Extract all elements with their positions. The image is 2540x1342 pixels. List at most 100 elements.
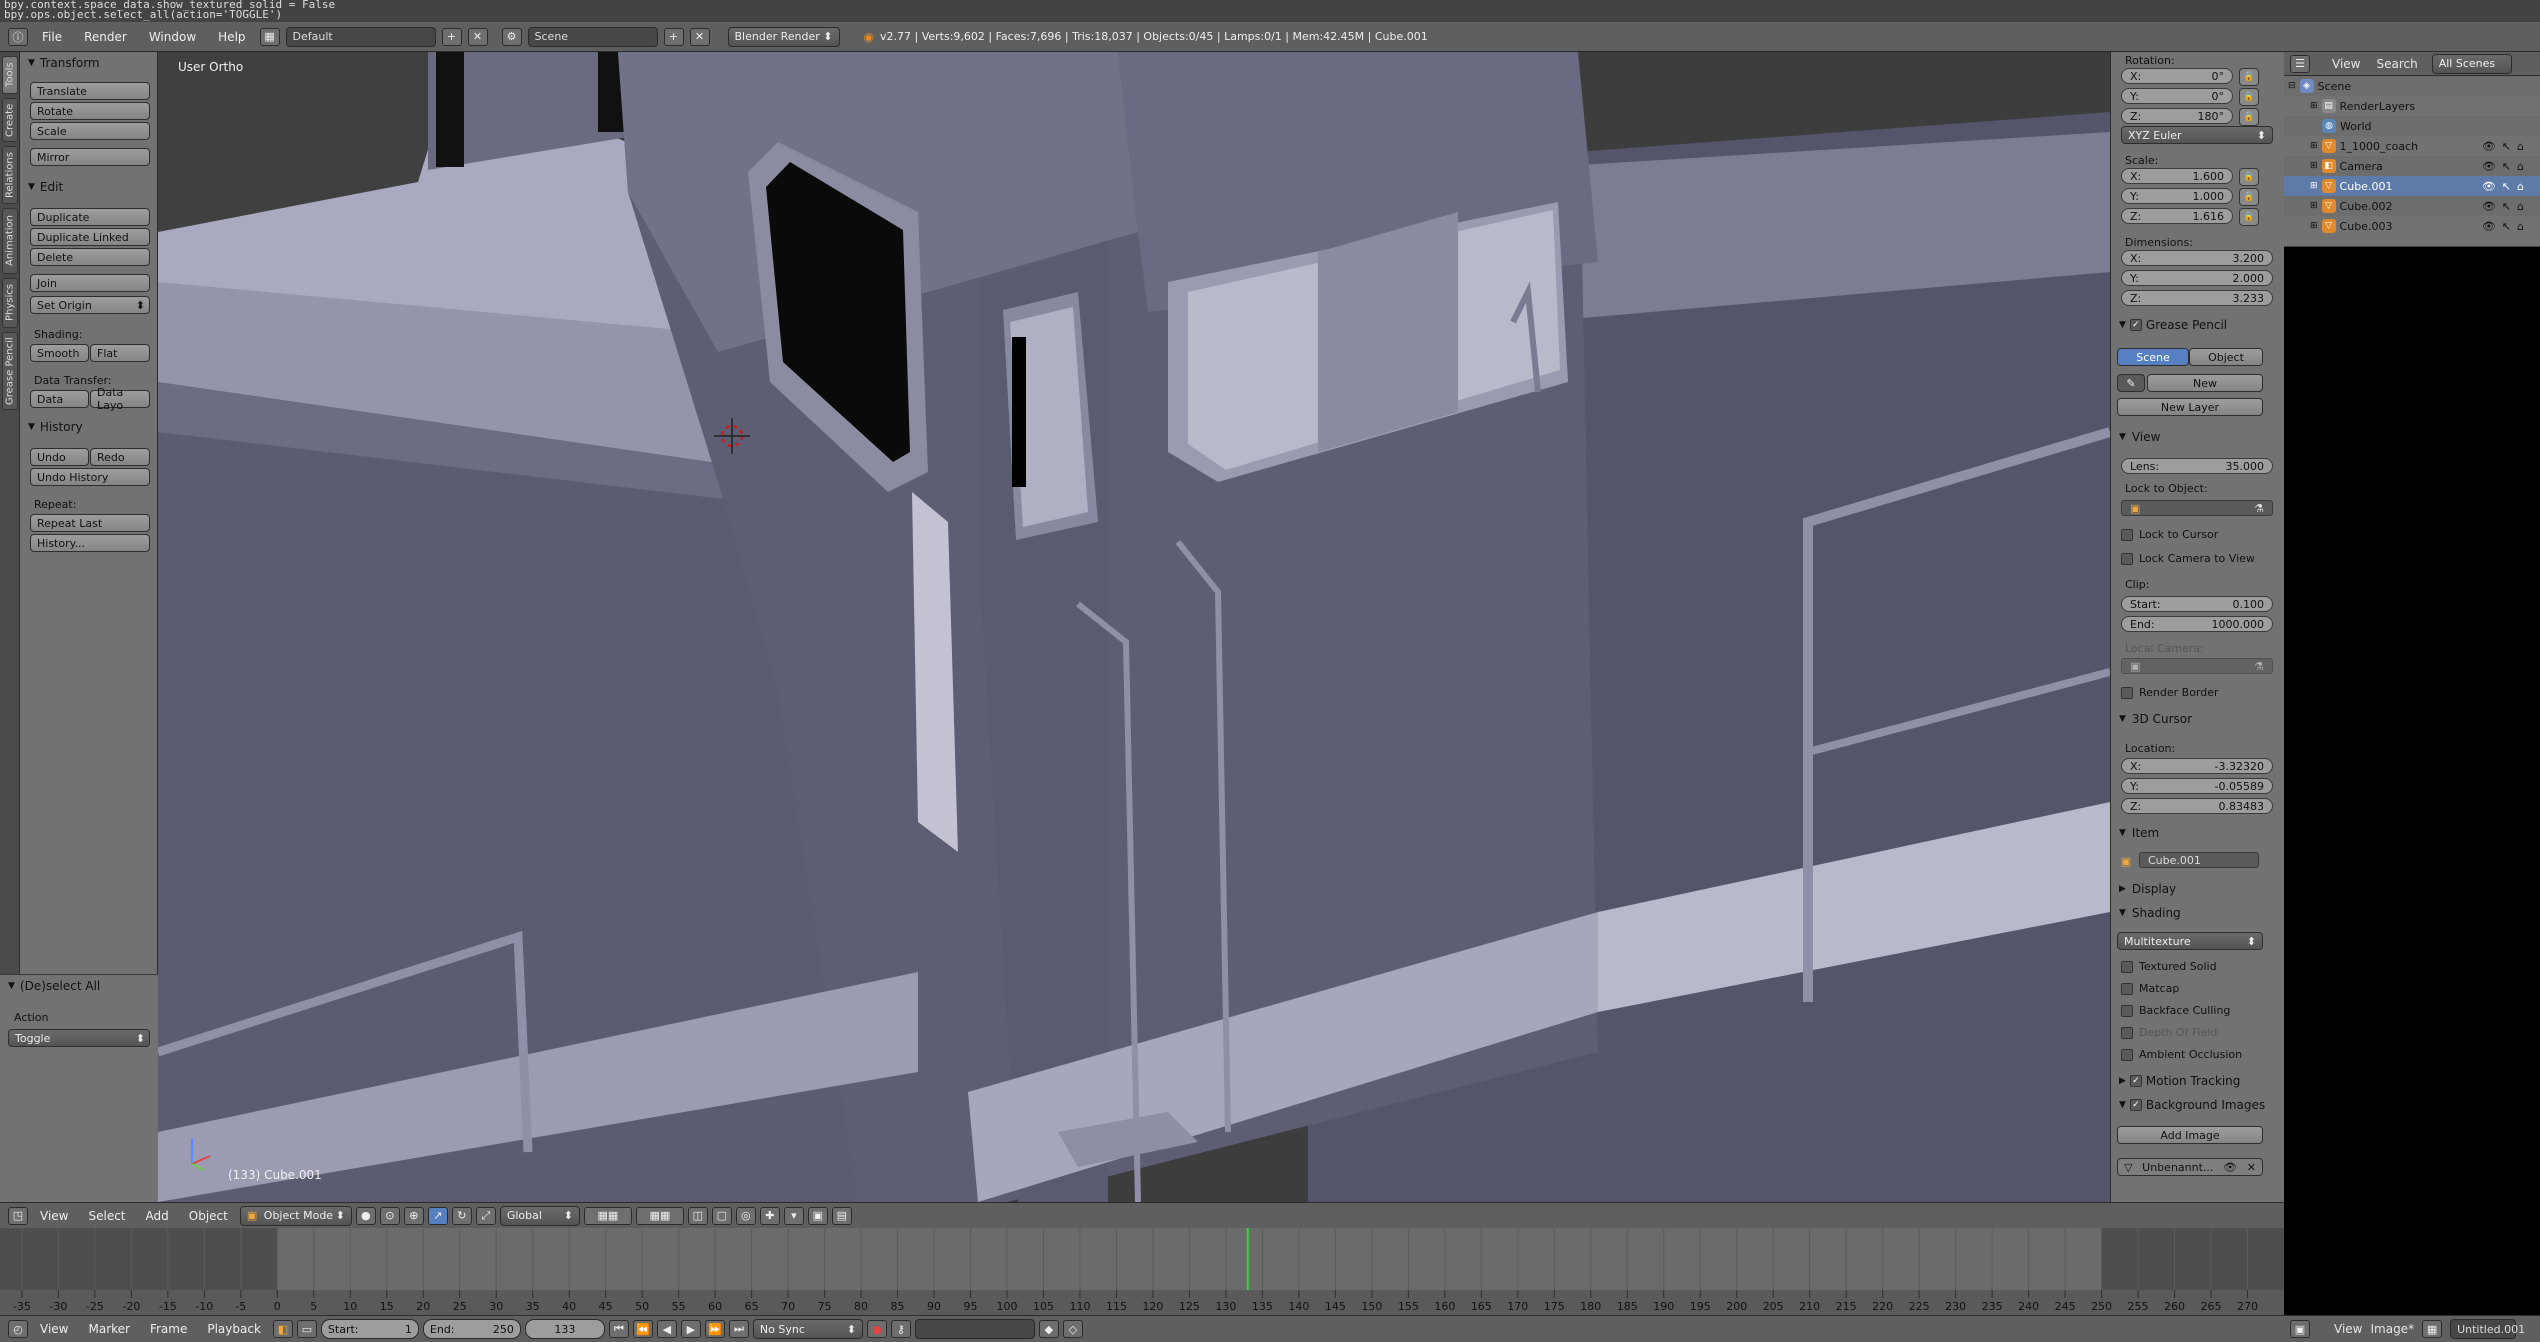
eyedropper-icon[interactable]: ⚗ <box>2254 502 2264 515</box>
scale-z-field[interactable]: Z: 1.616 <box>2121 208 2233 224</box>
eye-icon[interactable]: 👁 <box>2223 1161 2237 1174</box>
delete-scene-icon[interactable]: ✕ <box>689 27 710 46</box>
opengl-render-icon[interactable]: ▣ <box>807 1206 828 1225</box>
action-select[interactable]: Toggle ⬍ <box>8 1029 150 1047</box>
matcap-checkbox[interactable]: Matcap <box>2121 982 2179 995</box>
item-name-field[interactable]: Cube.001 <box>2139 852 2259 868</box>
3d-cursor-panel-header[interactable]: ▼ 3D Cursor <box>2113 710 2281 728</box>
visibility-icon[interactable]: 👁↖⌂ <box>2482 140 2530 153</box>
textured-solid-checkbox[interactable]: Textured Solid <box>2121 960 2217 973</box>
outliner-row-scene[interactable]: ⊟ ◈ Scene <box>2284 76 2540 96</box>
smooth-button[interactable]: Smooth <box>30 344 89 362</box>
flat-button[interactable]: Flat <box>90 344 150 362</box>
menu-add[interactable]: Add <box>138 1206 177 1226</box>
pivot-point-icon[interactable]: ⊙ <box>379 1206 400 1225</box>
motion-tracking-panel-header[interactable]: ▶ ✓ Motion Tracking <box>2113 1072 2281 1090</box>
cursor-y-field[interactable]: Y: -0.05589 <box>2121 778 2273 794</box>
scale-x-field[interactable]: X: 1.600 <box>2121 168 2233 184</box>
proportional-edit-icon[interactable]: ◎ <box>735 1206 756 1225</box>
scale-y-field[interactable]: Y: 1.000 <box>2121 188 2233 204</box>
menu-help[interactable]: Help <box>210 27 253 47</box>
data-layout-button[interactable]: Data Layo <box>90 386 150 412</box>
rotate-button[interactable]: Rotate <box>30 102 150 120</box>
dimension-z-field[interactable]: Z: 3.233 <box>2121 290 2273 306</box>
rotation-x-field[interactable]: X: 0° <box>2121 68 2233 84</box>
current-frame-field[interactable]: 133 <box>524 1319 605 1339</box>
history-button[interactable]: History... <box>30 534 150 552</box>
image-editor-icon[interactable]: ▣ <box>2290 1320 2310 1338</box>
checkbox-checked[interactable]: ✓ <box>2129 1099 2142 1111</box>
tab-relations[interactable]: Relations <box>2 146 18 204</box>
outliner-row-world[interactable]: ◍ World <box>2284 116 2540 136</box>
mirror-button[interactable]: Mirror <box>30 148 150 166</box>
delete-keyframe-icon[interactable]: ◇ <box>1062 1320 1083 1338</box>
clip-end-field[interactable]: End: 1000.000 <box>2121 616 2273 632</box>
menu-marker[interactable]: Marker <box>80 1319 137 1339</box>
background-images-panel-header[interactable]: ▼ ✓ Background Images <box>2113 1096 2281 1114</box>
panel-transform-header[interactable]: ▼ Transform <box>20 52 158 74</box>
join-button[interactable]: Join <box>30 274 150 292</box>
outliner-row-cube003[interactable]: ⊞ ▽ Cube.003 👁↖⌂ <box>2284 216 2540 236</box>
play-reverse-icon[interactable]: ◀ <box>656 1320 677 1338</box>
repeat-last-button[interactable]: Repeat Last <box>30 514 150 532</box>
lock-icon[interactable]: 🔒 <box>2239 208 2259 226</box>
browse-image-icon[interactable]: ▦ <box>2422 1320 2443 1338</box>
shading-mode-select[interactable]: Multitexture ⬍ <box>2117 932 2263 950</box>
timeline[interactable] <box>0 1228 2284 1290</box>
shading-panel-header[interactable]: ▼ Shading <box>2113 904 2281 922</box>
record-icon[interactable]: ● <box>866 1320 887 1338</box>
timeline-ruler[interactable]: -35 -30 -25 -20 -15 -10 -5 0 5 10 15 20 25 30 35 40 45 50… <box>0 1290 2284 1315</box>
tab-tools[interactable]: Tools <box>2 56 18 94</box>
display-panel-header[interactable]: ▶ Display <box>2113 880 2281 898</box>
translate-manipulator-icon[interactable]: ↗ <box>427 1206 448 1225</box>
image-editor[interactable] <box>2284 246 2540 1315</box>
background-image-item[interactable]: ▽ Unbenannt... 👁 ✕ <box>2117 1158 2263 1176</box>
layout-field[interactable]: Default <box>285 26 436 47</box>
menu-view[interactable]: View <box>32 1206 76 1226</box>
gp-object-button[interactable]: Object <box>2189 348 2263 366</box>
close-icon[interactable]: ✕ <box>2247 1161 2256 1174</box>
rotation-mode-select[interactable]: XYZ Euler ⬍ <box>2121 126 2273 144</box>
undo-history-button[interactable]: Undo History <box>30 468 150 486</box>
outliner-row-coach[interactable]: ⊞ ▽ 1_1000_coach 👁↖⌂ <box>2284 136 2540 156</box>
visibility-icon[interactable]: 👁↖⌂ <box>2482 180 2530 193</box>
time-lock-icon[interactable]: ▭ <box>296 1320 317 1338</box>
rotate-manipulator-icon[interactable]: ↻ <box>451 1206 472 1225</box>
jump-end-icon[interactable]: ⏭ <box>728 1320 749 1338</box>
viewport-shading-icon[interactable]: ● <box>355 1206 376 1225</box>
lock-icon[interactable]: 🔒 <box>2239 168 2259 186</box>
3d-viewport[interactable]: User Ortho (133) Cube.001 <box>158 52 2110 1202</box>
insert-keyframe-icon[interactable]: ◆ <box>1038 1320 1059 1338</box>
duplicate-button[interactable]: Duplicate <box>30 208 150 226</box>
gp-scene-button[interactable]: Scene <box>2117 348 2189 366</box>
3d-view-editor-icon[interactable]: ◳ <box>8 1206 28 1225</box>
dimension-y-field[interactable]: Y: 2.000 <box>2121 270 2273 286</box>
layers-grid-icon[interactable]: ▦▦ <box>635 1206 684 1225</box>
image-name-field[interactable]: Untitled.001 <box>2450 1319 2525 1339</box>
start-frame-field[interactable]: Start: 1 <box>320 1319 419 1339</box>
panel-history-header[interactable]: ▼ History <box>20 416 158 438</box>
set-origin-dropdown[interactable]: Set Origin ⬍ <box>30 296 150 314</box>
layers-grid-icon[interactable]: ▦▦ <box>583 1206 632 1225</box>
menu-window[interactable]: Window <box>141 27 204 47</box>
menu-view[interactable]: View <box>2334 1322 2362 1336</box>
grease-pencil-panel-header[interactable]: ▼ ✓ Grease Pencil <box>2113 316 2281 334</box>
panel-edit-header[interactable]: ▼ Edit <box>20 176 158 198</box>
scale-button[interactable]: Scale <box>30 122 150 140</box>
cursor-x-field[interactable]: X: -3.32320 <box>2121 758 2273 774</box>
menu-select[interactable]: Select <box>80 1206 133 1226</box>
timeline-editor-icon[interactable]: ◴ <box>8 1320 28 1338</box>
tab-create[interactable]: Create <box>2 98 18 142</box>
play-icon[interactable]: ▶ <box>680 1320 701 1338</box>
outliner-row-cube002[interactable]: ⊞ ▽ Cube.002 👁↖⌂ <box>2284 196 2540 216</box>
menu-file[interactable]: File <box>34 27 70 47</box>
info-editor-icon[interactable]: ⓘ <box>8 27 28 46</box>
translate-button[interactable]: Translate <box>30 82 150 100</box>
menu-image[interactable]: Image* <box>2370 1322 2414 1336</box>
opengl-animation-icon[interactable]: ▤ <box>831 1206 852 1225</box>
sync-select[interactable]: No Sync ⬍ <box>752 1319 863 1339</box>
duplicate-linked-button[interactable]: Duplicate Linked <box>30 228 150 246</box>
manipulator-icon[interactable]: ⊕ <box>403 1206 424 1225</box>
lock-icon[interactable]: 🔒 <box>2239 68 2259 86</box>
tab-physics[interactable]: Physics <box>2 278 18 328</box>
